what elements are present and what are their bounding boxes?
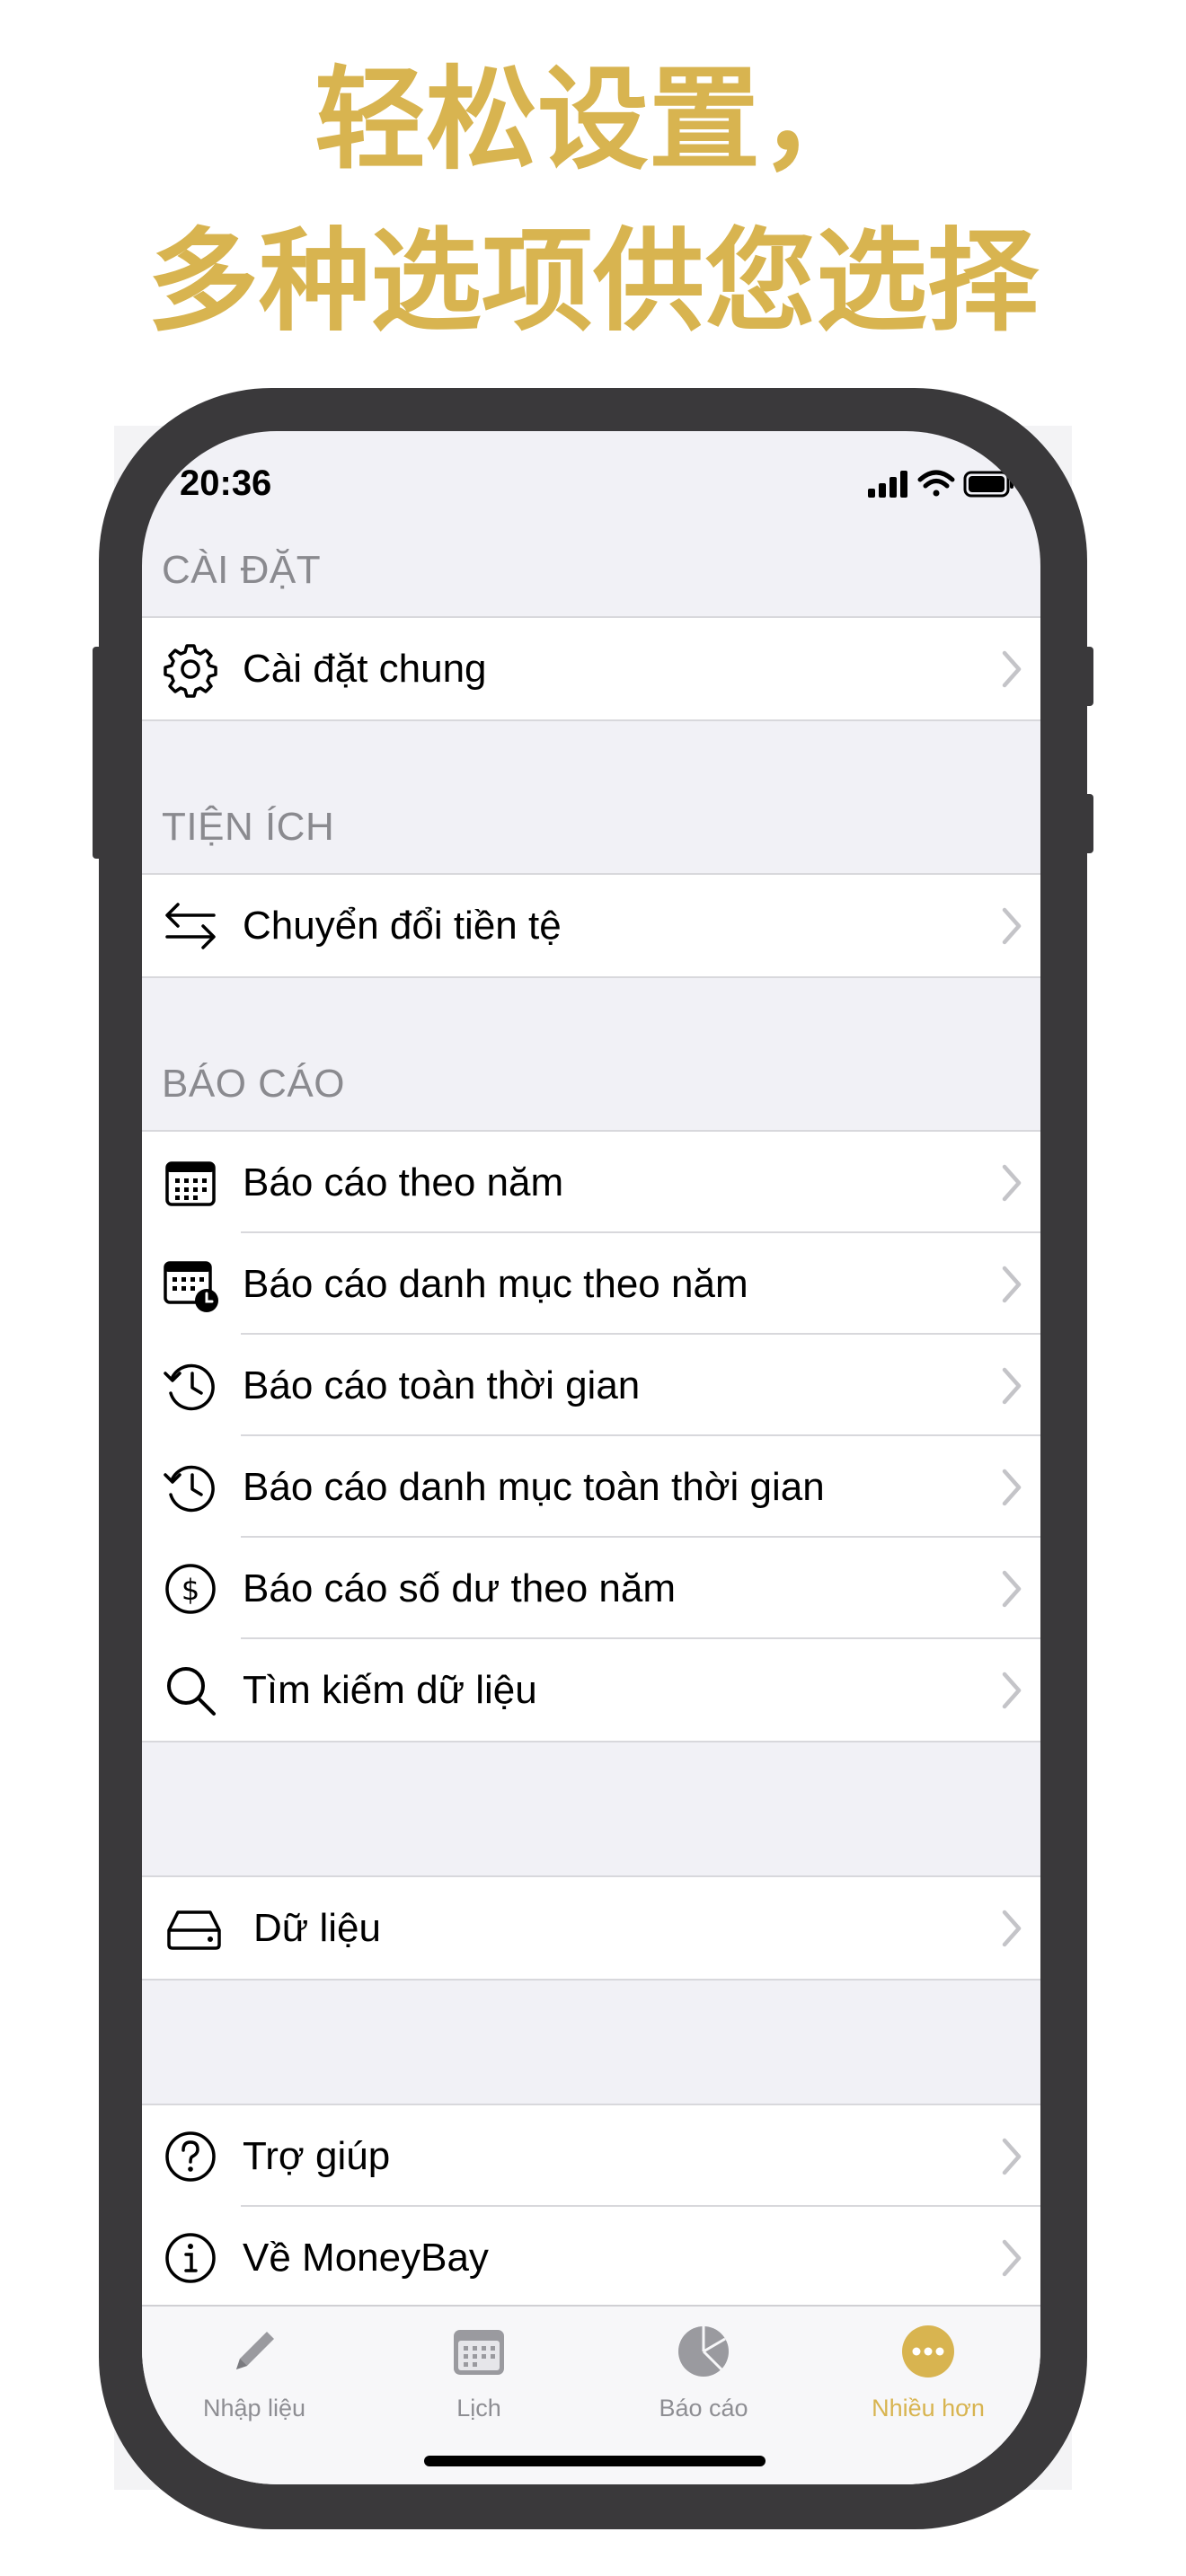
row-label: Trợ giúp	[243, 2133, 391, 2178]
tab-input[interactable]: Nhập liệu	[142, 2307, 367, 2432]
row-data[interactable]: Dữ liệu	[142, 1877, 1040, 1979]
row-yearly-report[interactable]: Báo cáo theo năm	[142, 1132, 1040, 1233]
row-currency-converter[interactable]: Chuyển đổi tiền tệ	[142, 875, 1040, 976]
row-label: Chuyển đổi tiền tệ	[243, 903, 562, 948]
row-search-data[interactable]: Tìm kiếm dữ liệu	[142, 1639, 1040, 1741]
row-help[interactable]: Trợ giúp	[142, 2105, 1040, 2207]
history-icon	[164, 1363, 215, 1410]
row-all-time-report[interactable]: Báo cáo toàn thời gian	[142, 1335, 1040, 1436]
chevron-right-icon	[1002, 1367, 1022, 1404]
pie-chart-icon	[678, 2326, 729, 2377]
tab-calendar[interactable]: Lịch	[367, 2307, 591, 2432]
row-label: Báo cáo danh mục theo năm	[243, 1261, 748, 1306]
row-label: Báo cáo số dư theo năm	[243, 1566, 676, 1610]
history-icon	[164, 1465, 215, 1512]
tab-label: Nhiều hơn	[872, 2395, 985, 2422]
cellular-signal-icon	[868, 471, 907, 498]
home-indicator	[424, 2456, 766, 2466]
chevron-right-icon	[1002, 2239, 1022, 2276]
status-icons	[868, 470, 1013, 498]
chevron-right-icon	[1002, 1570, 1022, 1607]
battery-icon	[963, 471, 1013, 498]
pencil-icon	[236, 2332, 274, 2369]
chevron-right-icon	[1002, 2138, 1022, 2175]
row-label: Về MoneyBay	[243, 2235, 489, 2280]
row-about[interactable]: Về MoneyBay	[142, 2207, 1040, 2308]
row-label: Cài đặt chung	[243, 646, 487, 691]
chevron-right-icon	[1002, 650, 1022, 687]
svg-text:$: $	[181, 1573, 199, 1607]
calendar-icon	[165, 1160, 216, 1206]
headline-line-1: 轻松设置，	[314, 56, 872, 185]
chevron-right-icon	[1002, 1266, 1022, 1302]
phone-screen: 20:36 CÀI ĐẶT Cài đặt chung TIỆN ÍCH Chu…	[142, 431, 1040, 2484]
chevron-right-icon	[1002, 1910, 1022, 1946]
more-icon	[902, 2325, 954, 2378]
row-label: Báo cáo danh mục toàn thời gian	[243, 1464, 825, 1509]
drive-icon	[167, 1910, 221, 1950]
row-yearly-category-report[interactable]: Báo cáo danh mục theo năm	[142, 1233, 1040, 1335]
row-general-settings[interactable]: Cài đặt chung	[142, 618, 1040, 719]
row-label: Tìm kiếm dữ liệu	[243, 1667, 537, 1712]
reports-group: Báo cáo theo năm Báo cáo danh mục theo n…	[142, 1130, 1040, 1742]
status-time: 20:36	[180, 463, 272, 503]
chevron-right-icon	[1002, 1672, 1022, 1708]
row-label: Dữ liệu	[253, 1905, 381, 1950]
calendar-clock-icon	[164, 1260, 218, 1312]
arrows-swap-icon	[165, 902, 216, 949]
tab-label: Nhập liệu	[202, 2395, 306, 2422]
status-bar: 20:36	[142, 431, 1040, 530]
info-circle-icon	[165, 2232, 216, 2283]
section-header-reports: BÁO CÁO	[162, 1062, 345, 1106]
search-icon	[167, 1666, 216, 1716]
tab-more[interactable]: Nhiều hơn	[816, 2307, 1040, 2432]
tab-label: Báo cáo	[659, 2395, 748, 2422]
support-group: Trợ giúp Về MoneyBay	[142, 2104, 1040, 2310]
utilities-group: Chuyển đổi tiền tệ	[142, 873, 1040, 978]
tab-label: Lịch	[456, 2395, 501, 2422]
dollar-circle-icon: $	[165, 1563, 216, 1614]
data-group: Dữ liệu	[142, 1875, 1040, 1981]
section-header-utilities: TIỆN ÍCH	[162, 805, 335, 849]
row-label: Báo cáo theo năm	[243, 1160, 564, 1204]
row-label: Báo cáo toàn thời gian	[243, 1363, 641, 1407]
row-yearly-balance-report[interactable]: $ Báo cáo số dư theo năm	[142, 1538, 1040, 1639]
chevron-right-icon	[1002, 1469, 1022, 1505]
wifi-icon	[917, 470, 955, 497]
row-all-time-category-report[interactable]: Báo cáo danh mục toàn thời gian	[142, 1436, 1040, 1538]
chevron-right-icon	[1002, 907, 1022, 944]
headline-line-2: 多种选项供您选择	[146, 217, 1039, 347]
calendar-icon	[454, 2330, 504, 2375]
chevron-right-icon	[1002, 1164, 1022, 1201]
settings-group: Cài đặt chung	[142, 616, 1040, 721]
tab-reports[interactable]: Báo cáo	[591, 2307, 816, 2432]
question-circle-icon	[165, 2130, 216, 2182]
section-header-settings: CÀI ĐẶT	[162, 548, 322, 592]
gear-icon	[164, 643, 217, 698]
